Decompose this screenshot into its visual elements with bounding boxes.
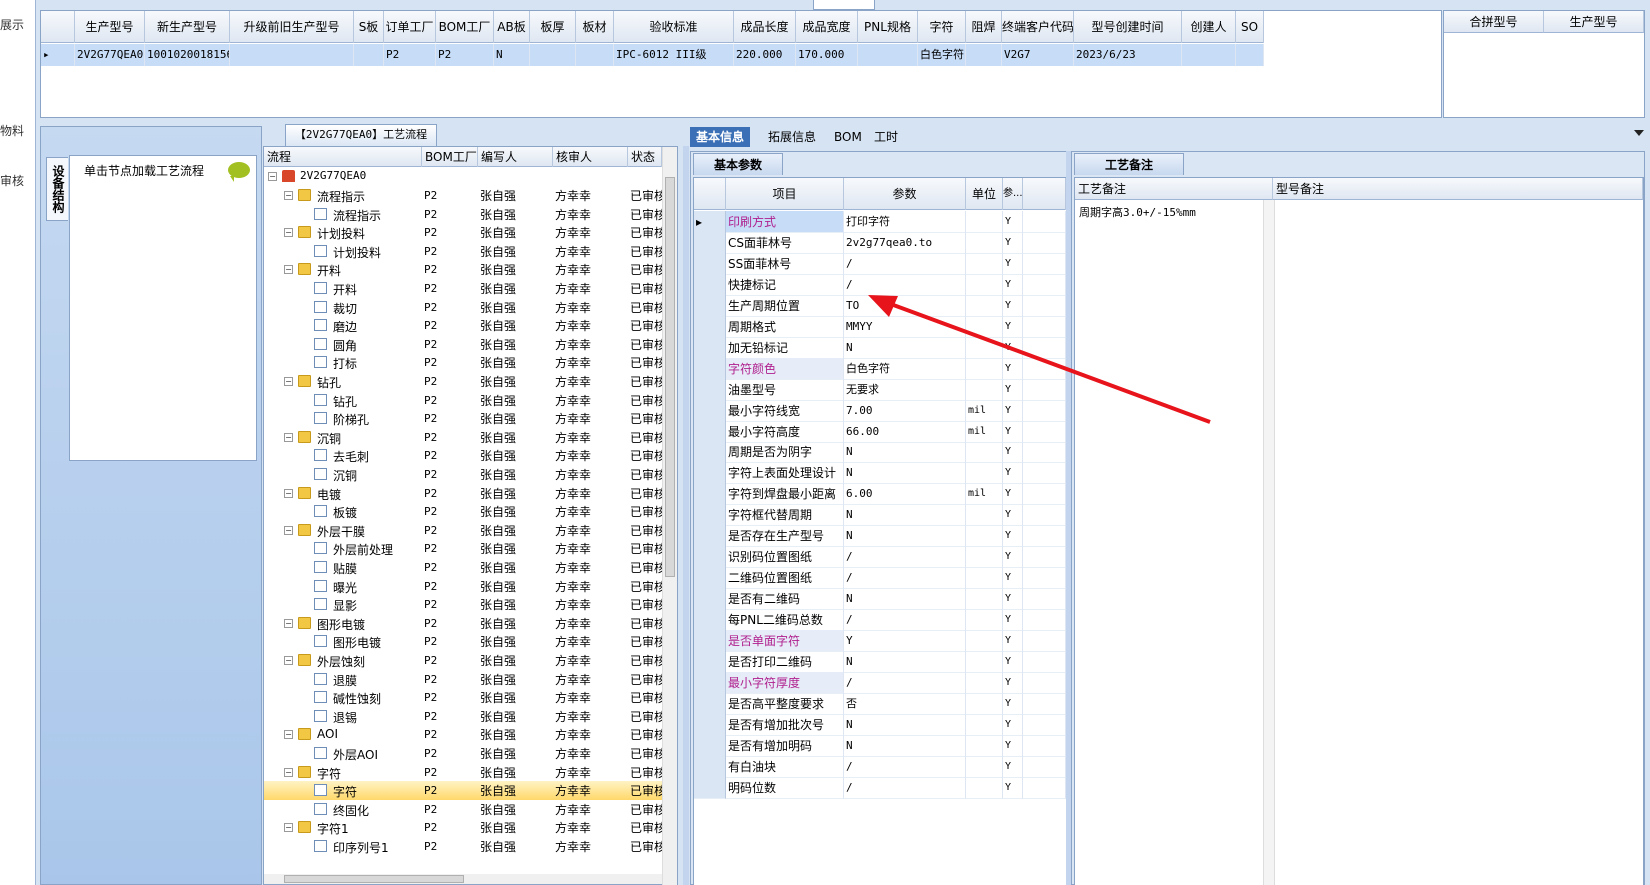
annotation-arrow <box>868 295 1211 424</box>
arrow-line <box>879 298 1211 424</box>
app-window: 展示 物料 审核 生产型号 新生产型号 升级前旧生产型号 S板 订单工厂 BOM工厂 AB板… <box>0 0 1650 885</box>
arrow-head <box>868 295 898 317</box>
